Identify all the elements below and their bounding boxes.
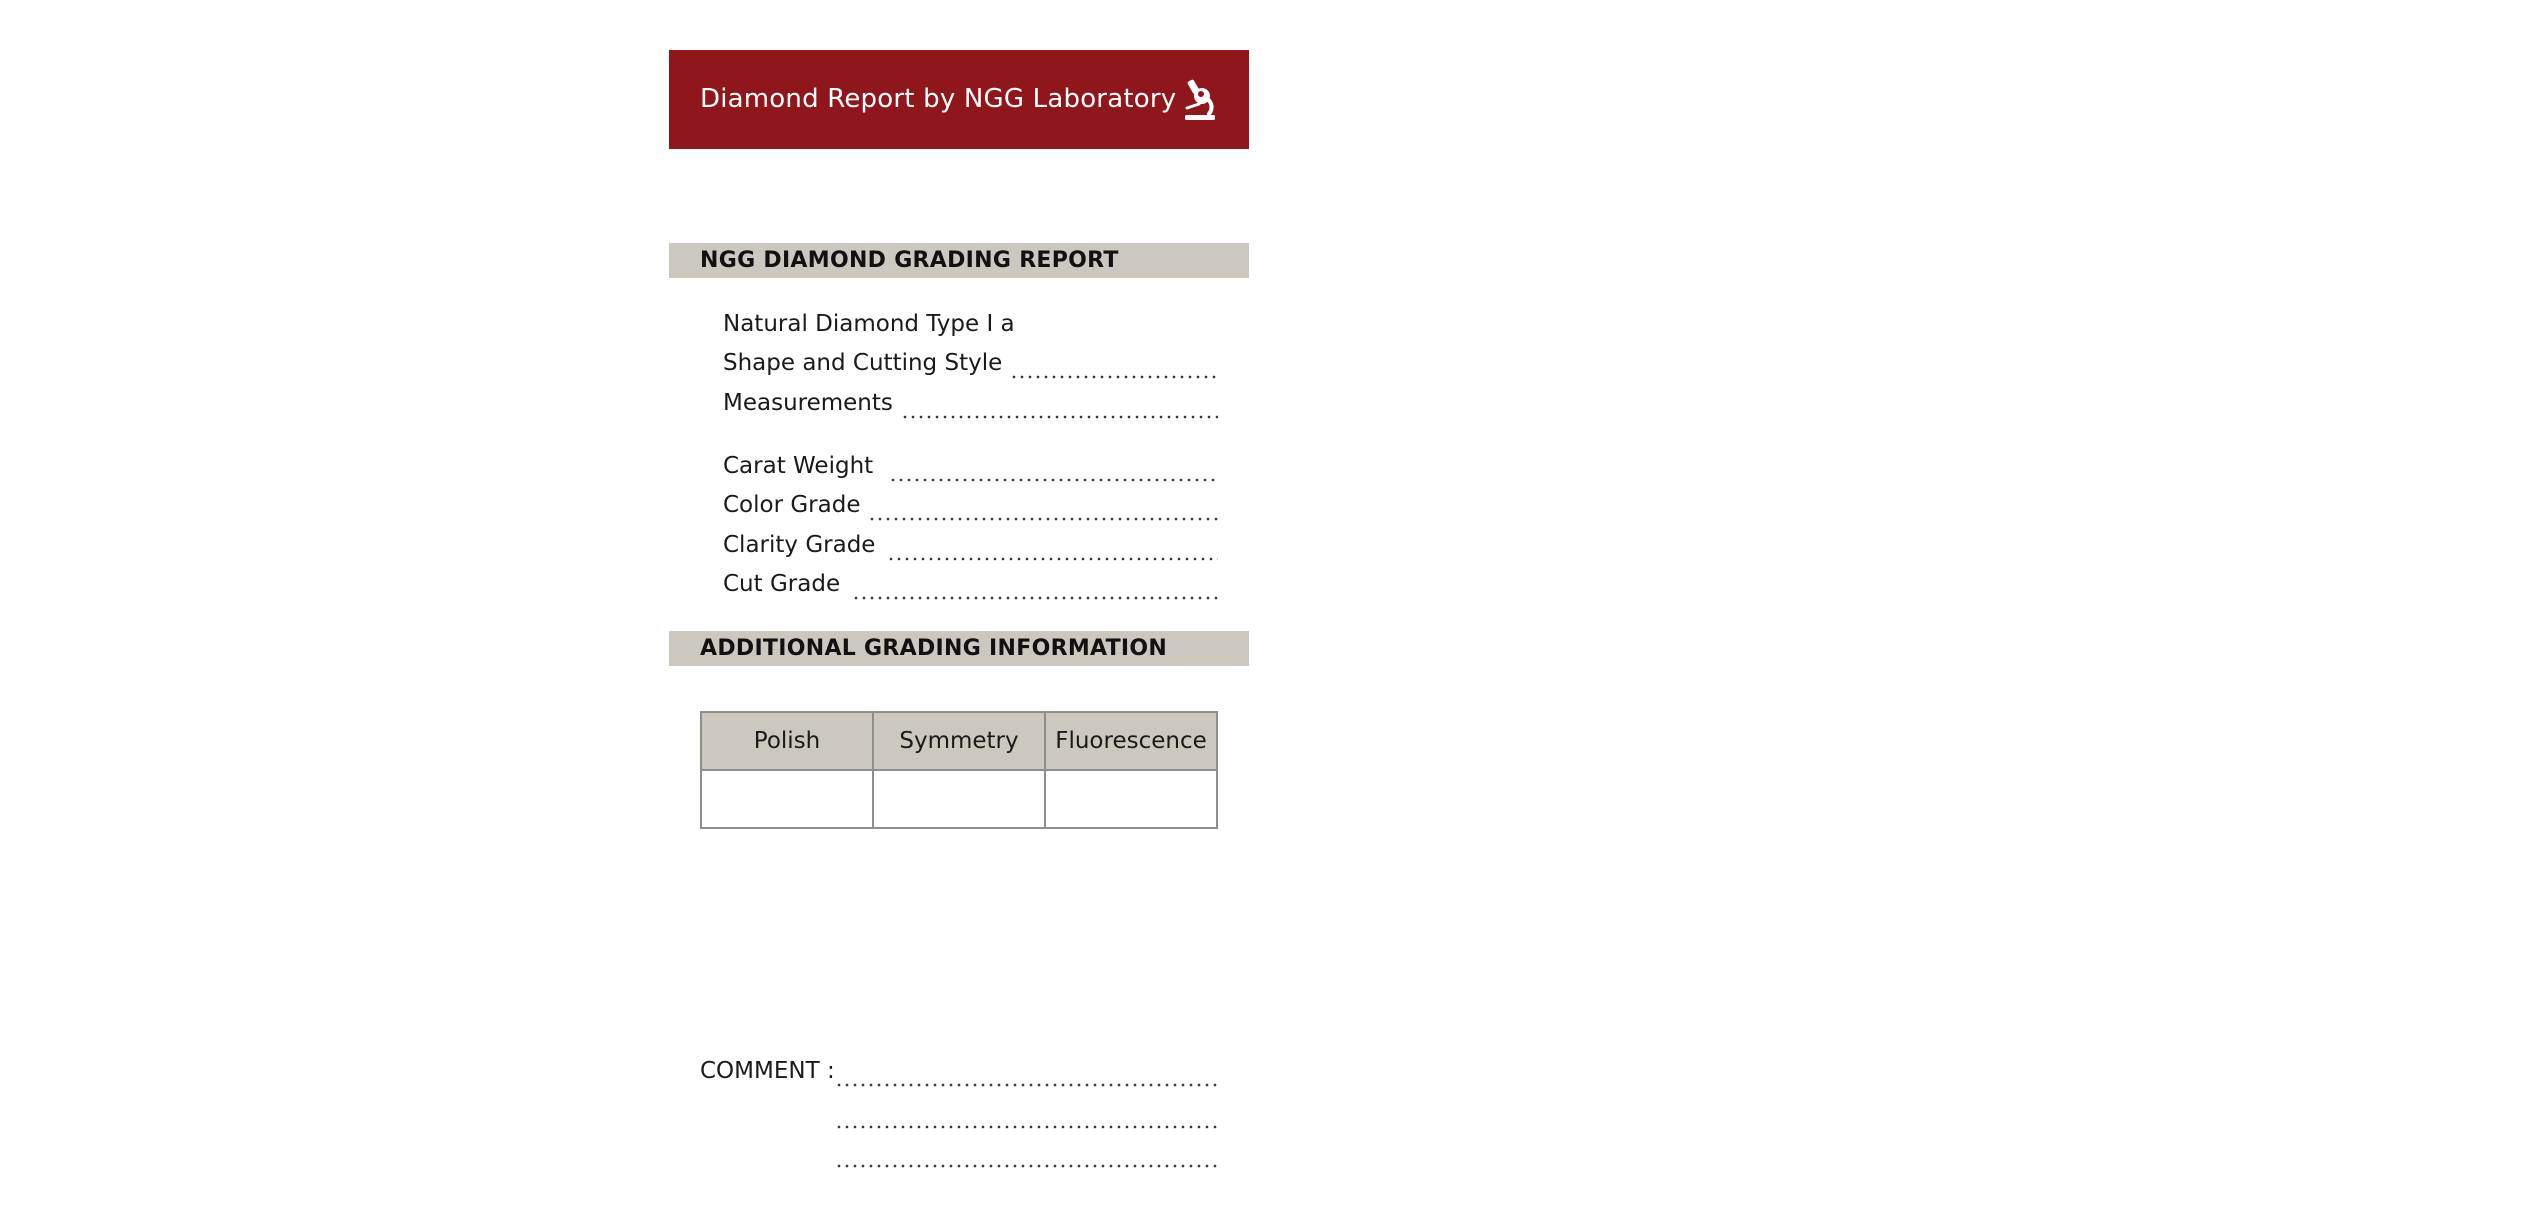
polish-value-cell	[700, 769, 874, 829]
additional-info-section-bar: ADDITIONAL GRADING INFORMATION	[669, 631, 1249, 666]
table-header-row: Polish Symmetry Fluorescence	[700, 711, 1218, 771]
shape-label: Shape and Cutting Style	[723, 350, 1003, 376]
report-header-title: Diamond Report by NGG Laboratory	[700, 84, 1177, 114]
comment-line-1	[835, 1061, 1218, 1087]
report-header-banner: Diamond Report by NGG Laboratory	[669, 50, 1249, 149]
diamond-type-label: Natural Diamond Type I a	[723, 311, 1015, 337]
carat-row: Carat Weight	[723, 450, 1218, 482]
carat-value-dots	[889, 456, 1218, 482]
carat-label: Carat Weight	[723, 453, 874, 479]
microscope-icon	[1185, 79, 1215, 120]
comment-row-3	[700, 1136, 1218, 1168]
clarity-row: Clarity Grade	[723, 529, 1218, 561]
symmetry-header: Symmetry	[872, 711, 1046, 771]
polish-header: Polish	[700, 711, 874, 771]
color-value-dots	[868, 495, 1218, 521]
cut-value-dots	[852, 574, 1218, 600]
comment-line-2	[835, 1103, 1218, 1129]
measurements-label: Measurements	[723, 390, 893, 416]
diamond-report-card: Diamond Report by NGG Laboratory NGG DIA…	[669, 50, 1249, 1170]
comment-line-3	[835, 1142, 1218, 1168]
grading-report-heading: NGG DIAMOND GRADING REPORT	[700, 248, 1119, 273]
comment-label: COMMENT :	[700, 1058, 835, 1084]
symmetry-value-cell	[872, 769, 1046, 829]
clarity-label: Clarity Grade	[723, 532, 876, 558]
color-row: Color Grade	[723, 489, 1218, 521]
additional-info-heading: ADDITIONAL GRADING INFORMATION	[700, 636, 1168, 661]
diamond-type-row: Natural Diamond Type I a	[723, 308, 1218, 340]
fluorescence-header: Fluorescence	[1044, 711, 1218, 771]
additional-grading-table: Polish Symmetry Fluorescence	[700, 711, 1218, 829]
comment-row-1: COMMENT :	[700, 1055, 1218, 1087]
cut-row: Cut Grade	[723, 568, 1218, 600]
comment-row-2	[700, 1097, 1218, 1129]
measurements-value-dots	[900, 393, 1218, 419]
grading-report-section-bar: NGG DIAMOND GRADING REPORT	[669, 243, 1249, 278]
table-value-row	[700, 769, 1218, 829]
shape-row: Shape and Cutting Style	[723, 347, 1218, 379]
shape-value-dots	[1010, 353, 1218, 379]
cut-label: Cut Grade	[723, 571, 841, 597]
clarity-value-dots	[887, 535, 1218, 561]
fluorescence-value-cell	[1044, 769, 1218, 829]
color-label: Color Grade	[723, 492, 861, 518]
measurements-row: Measurements	[723, 387, 1218, 419]
